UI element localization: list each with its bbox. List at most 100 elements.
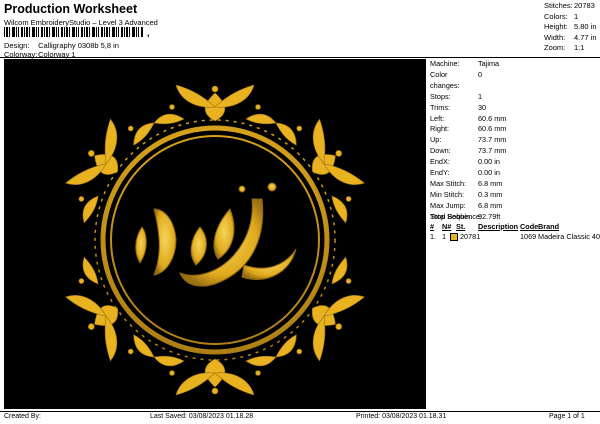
barcode-bar	[138, 27, 139, 37]
summary-value: 1	[574, 11, 579, 21]
machine-info-label: Machine:	[430, 59, 460, 68]
barcode-bar	[141, 27, 143, 37]
barcode-bar	[84, 27, 85, 37]
summary-row: Colors: 1	[544, 12, 598, 23]
summary-row: Stitches: 20783	[544, 1, 598, 12]
machine-info-label: Up:	[430, 135, 442, 145]
machine-info-value: 73.7 mm	[478, 146, 507, 156]
barcode-bar	[9, 27, 10, 37]
flourish-ornament	[153, 84, 277, 125]
row-number: 1.	[430, 232, 437, 241]
barcode-bar	[96, 27, 97, 37]
barcode-bar	[29, 27, 30, 37]
machine-info-label: Max Stitch:	[430, 178, 467, 188]
barcode-bar	[86, 27, 88, 37]
footer-last-saved: Last Saved: 03/08/2023 01.18.28	[150, 413, 254, 420]
machine-info-value: 6.8 mm	[478, 200, 503, 210]
summary-label: Colors:	[544, 11, 568, 21]
software-subtitle: Wilcom EmbroideryStudio – Level 3 Advanc…	[4, 18, 158, 27]
barcode-bar	[72, 27, 75, 37]
machine-info-label: Min Stitch:	[430, 189, 465, 199]
barcode-bar	[124, 27, 125, 37]
barcode-bar	[109, 27, 110, 37]
machine-info-row: Right: 60.6 mm	[430, 124, 600, 135]
barcode-bar	[92, 27, 95, 37]
machine-info-label: Left:	[430, 113, 445, 123]
stop-sequence-row: 1. 1 20781 1069 Madeira Classic 40	[430, 232, 600, 242]
summary-label: Stitches:	[544, 1, 573, 10]
machine-info-value: 1	[478, 91, 483, 101]
machine-info-row: Trims: 30	[430, 103, 600, 114]
machine-info-row: EndX: 0.00 in	[430, 157, 600, 168]
machine-info-row: Machine: Tajima	[430, 59, 600, 70]
barcode-bar	[6, 27, 8, 37]
machine-info-label: Right:	[430, 124, 450, 134]
barcode-bar	[136, 27, 137, 37]
stop-sequence-title: Stop Sequence:	[430, 212, 482, 221]
stop-sequence-header: # N# St. Description Code Brand	[430, 222, 559, 232]
machine-info-row: Down: 73.7 mm	[430, 146, 600, 157]
machine-info-label: Trims:	[430, 102, 450, 112]
col-header: Description	[478, 222, 519, 231]
barcode-bar	[12, 27, 15, 37]
barcode-bar	[106, 27, 108, 37]
calligraphy	[135, 182, 297, 287]
footer-page: Page 1 of 1	[549, 413, 585, 420]
barcode-bar	[38, 27, 39, 37]
barcode-bar	[101, 27, 103, 37]
barcode-tail: ,	[147, 28, 150, 38]
machine-info-row: Color changes: 0	[430, 70, 600, 92]
barcode-bar	[104, 27, 105, 37]
machine-info-value: 0.3 mm	[478, 189, 503, 199]
barcode-bar	[26, 27, 28, 37]
col-header: Brand	[538, 222, 560, 231]
barcode-bar	[76, 27, 77, 37]
summary-value: 20783	[574, 1, 595, 10]
header-divider	[0, 57, 600, 58]
machine-info-value: Tajima	[478, 59, 500, 68]
summary-value: 4.77 in	[574, 32, 597, 42]
needle-number: 1	[442, 232, 447, 241]
col-header: #	[430, 222, 435, 231]
summary-value: 1:1	[574, 43, 585, 52]
machine-info-row: Left: 60.6 mm	[430, 114, 600, 125]
machine-info-label: Color changes:	[430, 69, 460, 90]
barcode-bar	[89, 27, 90, 37]
barcode	[4, 27, 143, 37]
stitch-count: 20781	[460, 232, 481, 241]
summary-row: Width: 4.77 in	[544, 33, 598, 44]
barcode-bar	[52, 27, 55, 37]
meta-label: Design:	[4, 41, 30, 50]
machine-info-value: 0.00 in	[478, 157, 500, 167]
summary-table: Stitches: 20783 Colors: 1 Height: 5.80 in W…	[544, 1, 598, 54]
machine-info-label: Down:	[430, 146, 451, 156]
barcode-bar	[56, 27, 57, 37]
machine-info-label: EndX:	[430, 157, 450, 167]
machine-info-label: EndY:	[430, 168, 450, 178]
barcode-bar	[112, 27, 115, 37]
page-title: Production Worksheet	[4, 2, 138, 16]
barcode-bar	[64, 27, 65, 37]
machine-info-value: 30	[478, 102, 487, 112]
meta-design: Design: Calligraphy 0308b 5,8 in	[4, 41, 119, 50]
barcode-bar	[24, 27, 25, 37]
barcode-bar	[69, 27, 70, 37]
barcode-bar	[61, 27, 63, 37]
machine-info-label: Max Jump:	[430, 200, 466, 210]
machine-info-value: 0.00 in	[478, 168, 500, 178]
barcode-bar	[121, 27, 123, 37]
machine-info-value: 6.8 mm	[478, 178, 503, 188]
barcode-bar	[78, 27, 79, 37]
col-header: Code	[520, 222, 539, 231]
barcode-bar	[21, 27, 23, 37]
machine-info-row: Up: 73.7 mm	[430, 135, 600, 146]
barcode-bar	[129, 27, 130, 37]
barcode-bar	[98, 27, 99, 37]
barcode-bar	[132, 27, 135, 37]
barcode-bar	[46, 27, 48, 37]
machine-info-row: Min Stitch: 0.3 mm	[430, 190, 600, 201]
barcode-bar	[66, 27, 68, 37]
barcode-bar	[81, 27, 83, 37]
summary-row: Height: 5.80 in	[544, 22, 598, 33]
barcode-bar	[4, 27, 5, 37]
